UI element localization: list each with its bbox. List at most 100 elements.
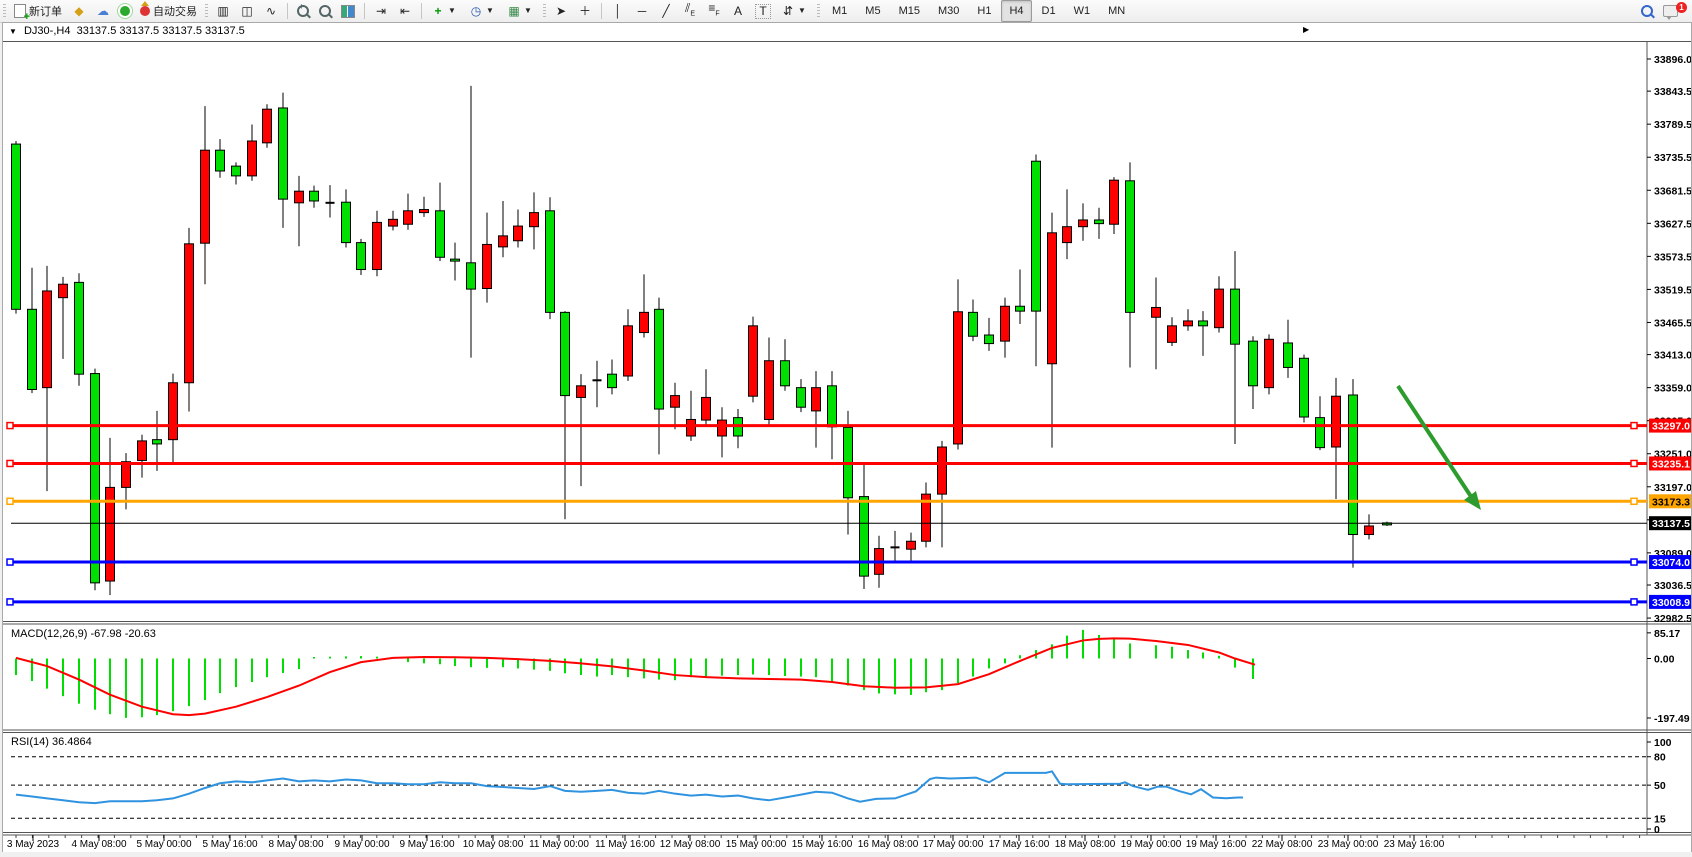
price-tick-label: 33519.5 [1654, 284, 1691, 296]
arrows-button[interactable]: ⇵▼ [777, 0, 813, 22]
add-indicator-icon: + [431, 3, 445, 19]
horizontal-line-button[interactable]: ─ [631, 0, 653, 22]
rsi-tick-label: 100 [1654, 737, 1672, 749]
timeframe-M5[interactable]: M5 [857, 0, 888, 22]
tile-windows-button[interactable] [337, 0, 359, 22]
candle [640, 312, 649, 332]
candle [420, 210, 429, 213]
line-anchor [7, 423, 13, 429]
timeframe-M1[interactable]: M1 [824, 0, 855, 22]
candle [1284, 343, 1293, 367]
chart-shift-icon: ⇤ [398, 3, 412, 19]
candle [467, 263, 476, 289]
cursor-icon: ➤ [554, 3, 568, 19]
timeframe-W1[interactable]: W1 [1066, 0, 1099, 22]
candle [1001, 306, 1010, 341]
bar-chart-icon: ▥ [216, 3, 230, 19]
candle [1249, 341, 1258, 386]
price-tick-label: 33573.5 [1654, 251, 1691, 263]
chart-canvas[interactable]: 33896.033843.533789.533735.533681.533627… [3, 23, 1691, 851]
timeframe-H4[interactable]: H4 [1001, 0, 1031, 22]
price-label-33074.0: 33074.0 [1652, 557, 1690, 569]
vertical-line-button[interactable]: │ [607, 0, 629, 22]
template-icon: ▦ [507, 3, 521, 19]
candle [310, 191, 319, 201]
trend-arrow-head[interactable] [1464, 491, 1481, 510]
candle [985, 335, 994, 344]
chat-button[interactable]: 1 [1659, 0, 1682, 22]
chevron-down-icon: ▼ [521, 3, 535, 19]
macd-tick-label: 85.17 [1654, 628, 1680, 640]
timeframe-D1[interactable]: D1 [1034, 0, 1064, 22]
price-tick-label: 33735.5 [1654, 152, 1691, 164]
chevron-down-icon: ▼ [795, 3, 809, 19]
text-button[interactable]: A [727, 0, 749, 22]
vertical-line-icon: │ [611, 3, 625, 19]
candle [1016, 306, 1025, 311]
candle [1079, 220, 1088, 227]
zoom-in-button[interactable]: + [293, 0, 313, 22]
chart-corner-arrow-icon[interactable]: ▶ [1303, 25, 1309, 34]
search-button[interactable] [1637, 0, 1657, 22]
time-label: 17 May 00:00 [923, 839, 984, 850]
community-button[interactable]: ☁ [92, 0, 114, 22]
chart-title: ▼ DJ30-,H4 33137.5 33137.5 33137.5 33137… [9, 25, 245, 37]
chart-shift-button[interactable]: ⇤ [394, 0, 416, 22]
crosshair-button[interactable]: ＋ [574, 0, 596, 22]
time-label: 19 May 16:00 [1186, 839, 1247, 850]
timeframe-M30[interactable]: M30 [930, 0, 967, 22]
candle [12, 144, 21, 309]
toolbar-grip [3, 4, 6, 18]
candle [718, 420, 727, 436]
fibonacci-button[interactable]: ≡F [703, 0, 725, 22]
templates-button[interactable]: ▦▼ [503, 0, 539, 22]
candle [1152, 307, 1161, 317]
time-label: 4 May 08:00 [71, 839, 126, 850]
timeframe-MN[interactable]: MN [1100, 0, 1133, 22]
line-chart-button[interactable]: ∿ [260, 0, 282, 22]
label-button[interactable]: T [751, 0, 775, 22]
clock-icon: ◷ [469, 3, 483, 19]
candle [279, 108, 288, 199]
line-anchor [7, 559, 13, 565]
candle [938, 447, 947, 494]
indicators-button[interactable]: +▼ [427, 0, 463, 22]
price-tick-label: 33413.0 [1654, 350, 1691, 362]
candle [91, 374, 100, 583]
autotrading-button[interactable]: 自动交易 [136, 0, 201, 22]
candle [201, 150, 210, 243]
candle [43, 291, 52, 388]
market-button[interactable]: ◆ [68, 0, 90, 22]
zoom-out-button[interactable]: − [315, 0, 335, 22]
toolbar-separator [364, 3, 365, 19]
timeframe-H1[interactable]: H1 [969, 0, 999, 22]
time-label: 8 May 08:00 [268, 839, 323, 850]
candle [342, 202, 351, 242]
timeframe-M15[interactable]: M15 [891, 0, 928, 22]
candle-chart-button[interactable]: ◫ [236, 0, 258, 22]
candle [812, 388, 821, 411]
new-order-icon: + [14, 4, 26, 18]
candle [451, 259, 460, 261]
fibonacci-icon: ≡F [707, 0, 721, 22]
toolbar-grip [543, 4, 546, 18]
chart-collapse-icon[interactable]: ▼ [9, 27, 17, 36]
candle [1332, 396, 1341, 447]
new-order-button[interactable]: + 新订单 [10, 0, 66, 22]
bar-chart-button[interactable]: ▥ [212, 0, 234, 22]
auto-scroll-button[interactable]: ⇥ [370, 0, 392, 22]
trend-arrow[interactable] [1398, 386, 1472, 498]
cursor-button[interactable]: ➤ [550, 0, 572, 22]
candle [436, 211, 445, 258]
price-tick-label: 33681.5 [1654, 185, 1691, 197]
channel-button[interactable]: ⫽E [679, 0, 701, 22]
candle [295, 191, 304, 203]
rsi-tick-label: 0 [1654, 824, 1660, 836]
timeframe-group: M1M5M15M30H1H4D1W1MN [823, 0, 1134, 22]
price-tick-label: 33843.5 [1654, 86, 1691, 98]
periods-button[interactable]: ◷▼ [465, 0, 501, 22]
candle [1063, 227, 1072, 243]
trendline-button[interactable]: ╱ [655, 0, 677, 22]
signals-button[interactable] [116, 0, 134, 22]
candle [169, 383, 178, 440]
